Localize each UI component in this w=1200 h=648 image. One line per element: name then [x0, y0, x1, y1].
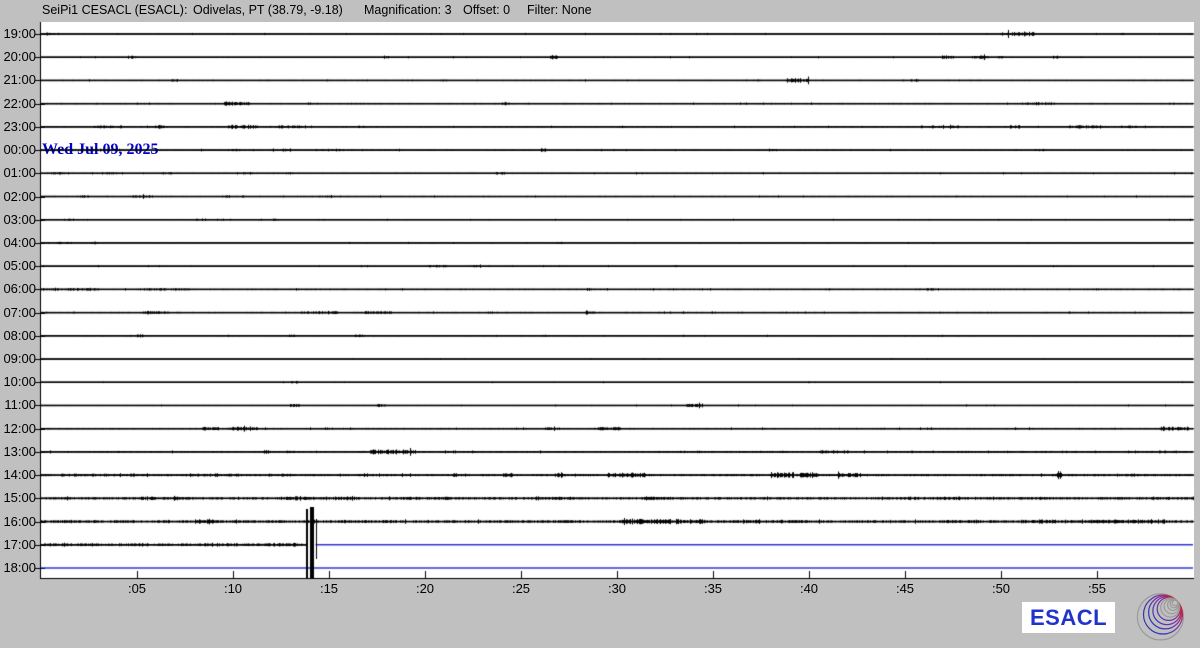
helicorder-plot[interactable]: [0, 0, 1200, 648]
esacl-wordmark: ESACL: [1022, 602, 1115, 633]
esacl-wordmark-text: ESACL: [1030, 605, 1107, 631]
esacl-spiral-logo: [1124, 592, 1196, 648]
